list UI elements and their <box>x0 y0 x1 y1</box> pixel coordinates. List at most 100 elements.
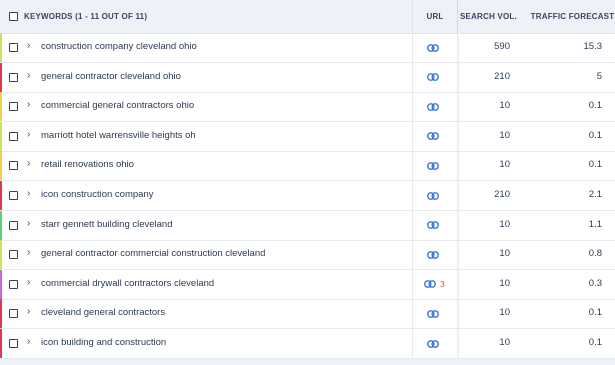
row-checkbox[interactable] <box>9 339 18 348</box>
traffic-forecast-value: 2.1 <box>588 189 602 200</box>
row-indicator-bar <box>0 92 2 122</box>
row-checkbox[interactable] <box>9 43 18 52</box>
table-row[interactable]: › icon building and construction 10 0.1 <box>0 329 615 359</box>
url-header-label: URL <box>426 12 444 21</box>
table-row[interactable]: › icon construction company 210 2.1 <box>0 181 615 211</box>
search-volume-value: 10 <box>499 307 510 319</box>
url-header[interactable]: URL <box>412 0 457 33</box>
search-volume-value: 210 <box>494 189 510 200</box>
keyword-text: icon construction company <box>41 189 154 200</box>
search-volume-value: 10 <box>499 248 510 260</box>
search-volume-value: 10 <box>499 218 510 230</box>
search-volume-value: 10 <box>499 159 510 171</box>
row-indicator-bar <box>0 299 2 329</box>
expand-chevron-icon[interactable]: › <box>27 99 30 110</box>
link-icon[interactable] <box>426 132 439 141</box>
expand-chevron-icon[interactable]: › <box>27 129 30 140</box>
table-row[interactable]: › construction company cleveland ohio 590 1… <box>0 33 615 63</box>
traffic-forecast-header[interactable]: TRAFFIC FORECAST <box>530 0 615 33</box>
traffic-forecast-value: 1.1 <box>588 218 602 230</box>
table-row[interactable]: › commercial drywall contractors clevelan… <box>0 269 615 300</box>
link-icon[interactable] <box>426 73 439 81</box>
traffic-forecast-value: 0.1 <box>588 337 602 348</box>
keyword-text: starr gennett building cleveland <box>41 218 173 230</box>
expand-chevron-icon[interactable]: › <box>27 336 30 347</box>
keyword-text: commercial drywall contractors cleveland <box>41 277 215 289</box>
expand-chevron-icon[interactable]: › <box>27 218 30 229</box>
keyword-text: general contractor commercial constructi… <box>41 248 266 260</box>
traffic-forecast-header-label: TRAFFIC FORECAST <box>530 12 615 21</box>
url-cell[interactable] <box>413 63 456 92</box>
keyword-text: cleveland general contractors <box>41 307 166 319</box>
link-icon[interactable] <box>426 250 439 259</box>
traffic-forecast-value: 0.1 <box>588 100 602 112</box>
traffic-forecast-value: 0.3 <box>588 277 602 289</box>
row-indicator-bar <box>0 181 2 210</box>
table-row[interactable]: › starr gennett building cleveland 10 1.1 <box>0 210 615 241</box>
url-cell[interactable] <box>413 299 456 328</box>
expand-chevron-icon[interactable]: › <box>27 40 30 51</box>
keyword-text: commercial general contractors ohio <box>41 100 195 112</box>
traffic-forecast-value: 0.1 <box>588 129 602 141</box>
url-cell[interactable] <box>413 33 456 62</box>
url-cell[interactable] <box>413 122 456 151</box>
url-cell[interactable] <box>413 329 456 358</box>
row-checkbox[interactable] <box>9 191 18 200</box>
table-row[interactable]: › cleveland general contractors 10 0.1 <box>0 299 615 330</box>
keyword-text: icon building and construction <box>41 337 167 348</box>
table-row[interactable]: › retail renovations ohio 10 0.1 <box>0 151 615 182</box>
table-row[interactable]: › commercial general contractors ohio 10 0.… <box>0 92 615 123</box>
keywords-header-label: KEYWORDS (1 - 11 OUT OF 11) <box>24 12 148 21</box>
search-volume-value: 10 <box>499 277 510 289</box>
keyword-text: marriott hotel warrensville heights oh <box>41 129 196 141</box>
link-icon[interactable] <box>426 161 439 170</box>
select-all-checkbox[interactable] <box>9 12 18 21</box>
link-icon[interactable] <box>424 280 437 289</box>
traffic-forecast-value: 15.3 <box>583 41 603 52</box>
link-icon[interactable] <box>426 43 439 52</box>
row-checkbox[interactable] <box>9 220 18 230</box>
row-checkbox[interactable] <box>9 102 18 112</box>
link-icon[interactable] <box>426 102 439 111</box>
url-cell[interactable] <box>413 181 456 210</box>
url-cell[interactable]: 3 <box>413 270 456 299</box>
expand-chevron-icon[interactable]: › <box>27 70 30 81</box>
row-checkbox[interactable] <box>9 309 18 319</box>
row-indicator-bar <box>0 62 2 92</box>
row-checkbox[interactable] <box>9 72 18 82</box>
url-cell[interactable] <box>413 151 456 180</box>
expand-chevron-icon[interactable]: › <box>27 158 30 169</box>
expand-chevron-icon[interactable]: › <box>27 247 30 258</box>
row-checkbox[interactable] <box>9 161 18 171</box>
row-indicator-bar <box>0 240 2 270</box>
search-volume-value: 10 <box>499 337 510 348</box>
row-indicator-bar <box>0 329 2 358</box>
url-count: 3 <box>440 279 445 289</box>
traffic-forecast-value: 0.1 <box>588 307 602 319</box>
expand-chevron-icon[interactable]: › <box>27 277 30 288</box>
table-footer-strip <box>0 359 615 365</box>
link-icon[interactable] <box>426 339 439 348</box>
expand-chevron-icon[interactable]: › <box>27 306 30 317</box>
search-volume-header[interactable]: SEARCH VOL. <box>457 0 530 33</box>
row-checkbox[interactable] <box>9 131 18 141</box>
link-icon[interactable] <box>426 191 439 200</box>
table-row[interactable]: › general contractor cleveland ohio 210 5 <box>0 62 615 93</box>
keywords-table: KEYWORDS (1 - 11 OUT OF 11) URL SEARCH V… <box>0 0 615 365</box>
table-row[interactable]: › general contractor commercial construct… <box>0 240 615 271</box>
traffic-forecast-value: 5 <box>596 70 602 82</box>
row-checkbox[interactable] <box>9 250 18 260</box>
url-cell[interactable] <box>413 211 456 240</box>
link-icon[interactable] <box>426 309 439 318</box>
keyword-text: general contractor cleveland ohio <box>41 70 181 82</box>
row-checkbox[interactable] <box>9 279 18 289</box>
keywords-header[interactable]: KEYWORDS (1 - 11 OUT OF 11) <box>9 0 147 33</box>
expand-chevron-icon[interactable]: › <box>27 188 30 199</box>
table-row[interactable]: › marriott hotel warrensville heights oh 1… <box>0 121 615 152</box>
search-volume-header-label: SEARCH VOL. <box>460 12 517 21</box>
link-icon[interactable] <box>426 221 439 229</box>
url-cell[interactable] <box>413 240 456 269</box>
row-indicator-bar <box>0 121 2 151</box>
url-cell[interactable] <box>413 92 456 121</box>
row-indicator-bar <box>0 210 2 240</box>
